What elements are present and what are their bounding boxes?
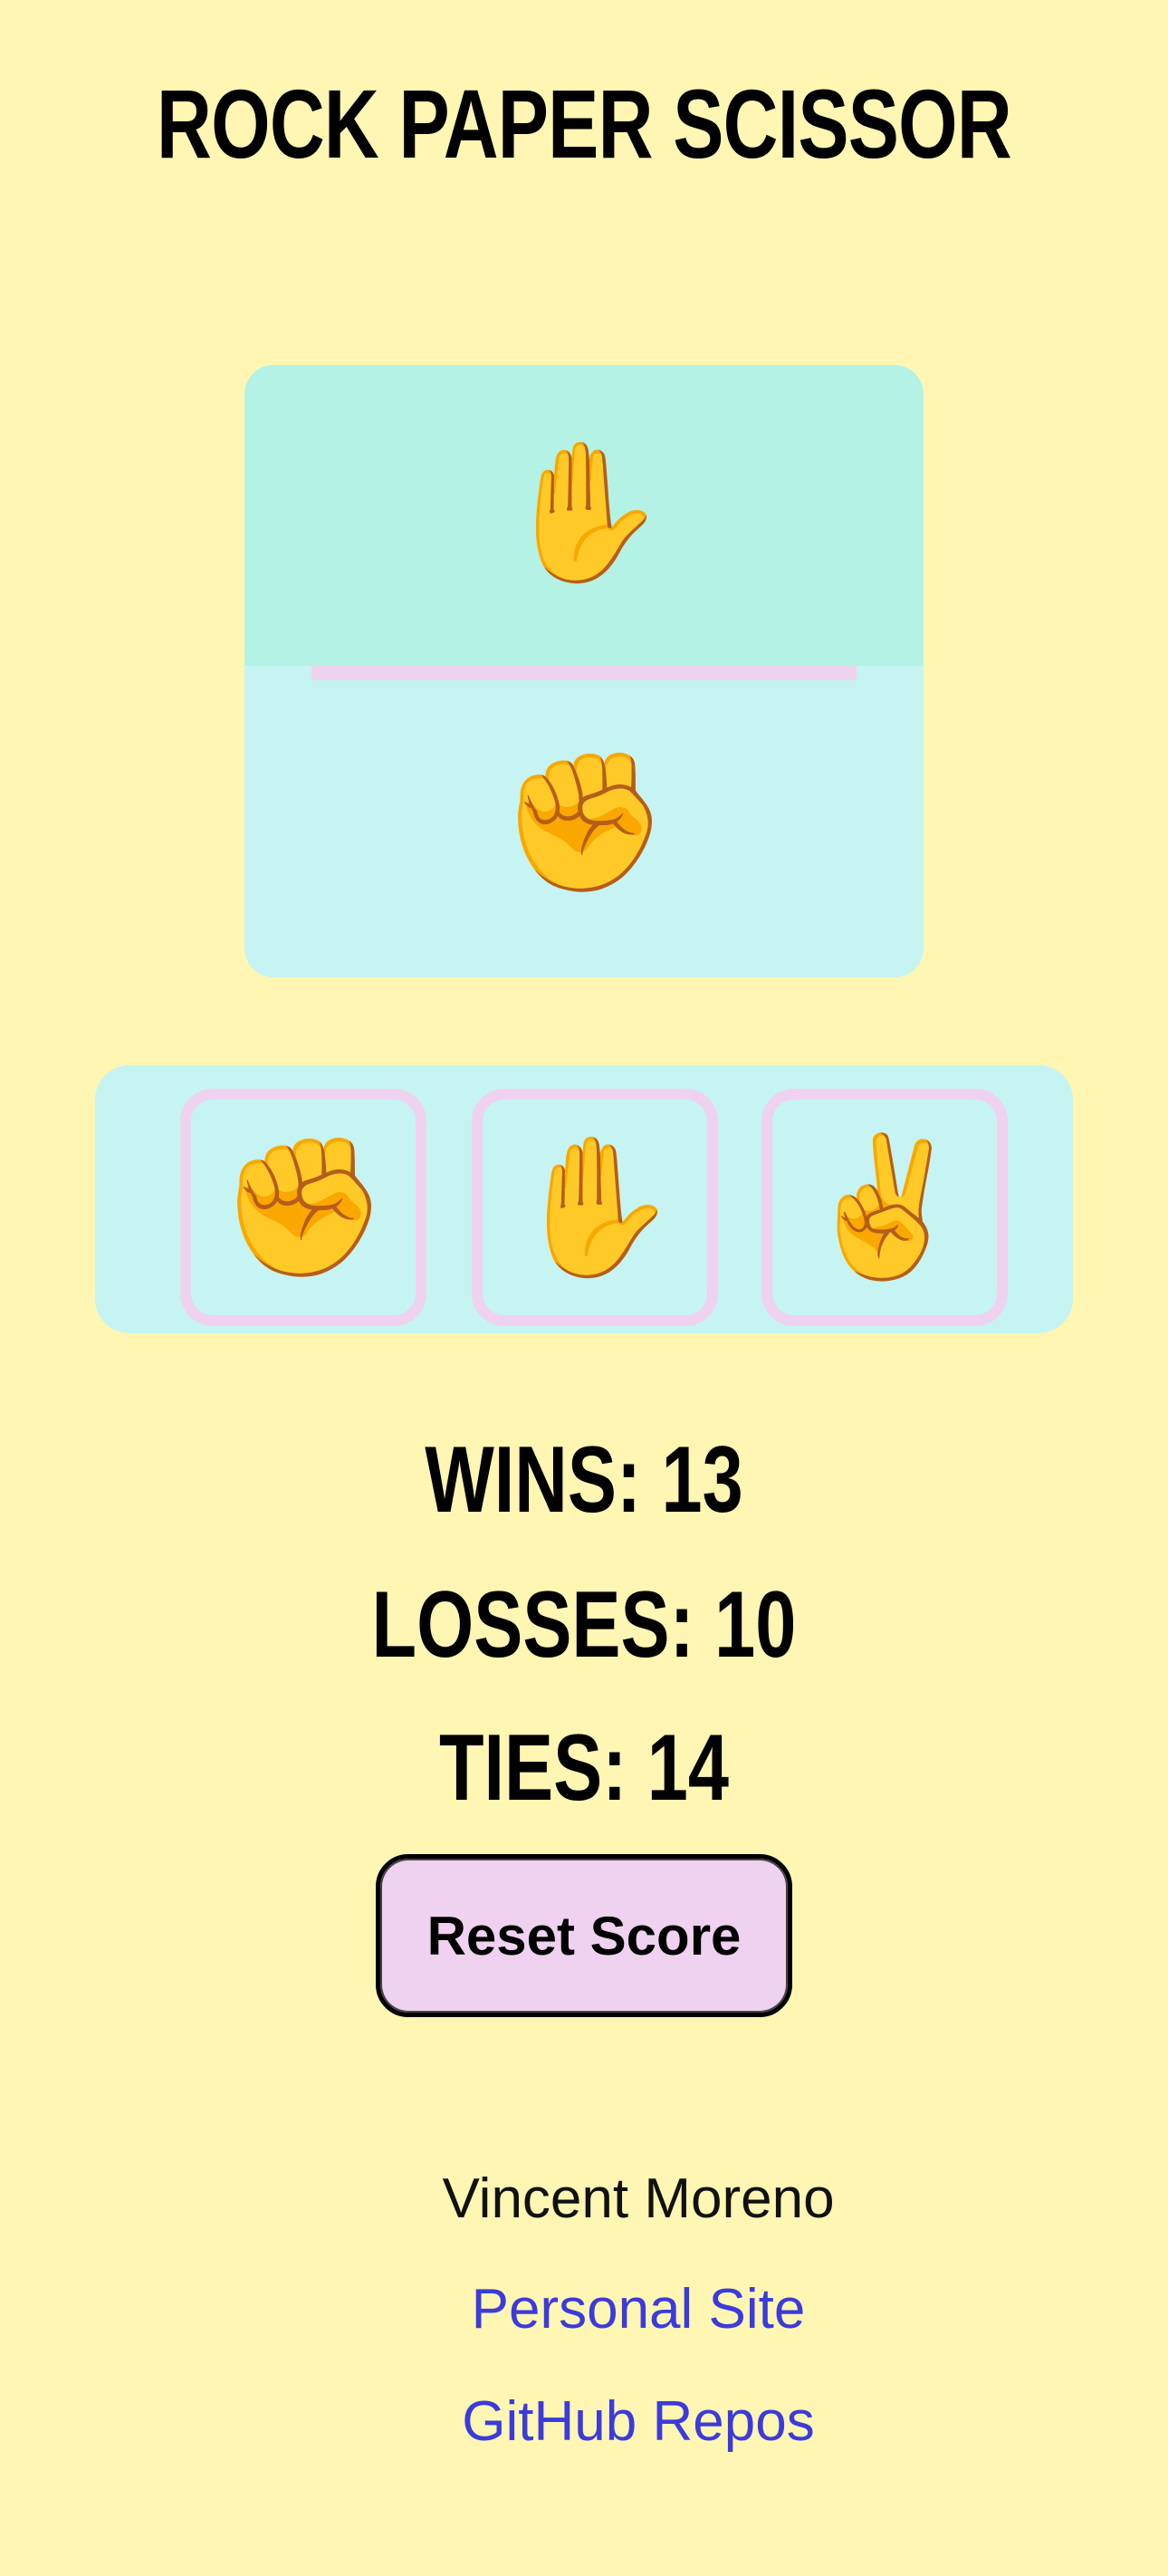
- github-repos-link[interactable]: GitHub Repos: [380, 2386, 896, 2458]
- player-area: ✊: [244, 666, 924, 977]
- rock-fist-icon: ✊: [499, 744, 669, 901]
- battle-arena: ✋ ✊: [244, 365, 924, 977]
- arena-divider: [311, 666, 857, 680]
- wins-count: WINS: 13: [425, 1427, 743, 1533]
- cpu-area: ✋: [244, 365, 924, 666]
- scissors-button[interactable]: ✌️: [761, 1089, 1008, 1326]
- ties-count: TIES: 14: [438, 1716, 730, 1821]
- page-title: ROCK PAPER SCISSOR: [157, 69, 1012, 178]
- losses-count: LOSSES: 10: [371, 1572, 797, 1677]
- author-name: Vincent Moreno: [442, 2167, 835, 2230]
- reset-score-button[interactable]: Reset Score: [376, 1854, 792, 2017]
- paper-button[interactable]: ✋: [472, 1089, 718, 1326]
- rock-fist-icon: ✊: [218, 1129, 388, 1286]
- rock-button[interactable]: ✊: [180, 1089, 426, 1326]
- scissors-victory-hand-icon: ✌️: [799, 1129, 970, 1286]
- paper-hand-icon: ✋: [510, 1129, 680, 1286]
- choice-panel: ✊ ✋ ✌️: [95, 1065, 1073, 1333]
- personal-site-link[interactable]: Personal Site: [380, 2273, 896, 2346]
- paper-hand-icon: ✋: [499, 434, 669, 591]
